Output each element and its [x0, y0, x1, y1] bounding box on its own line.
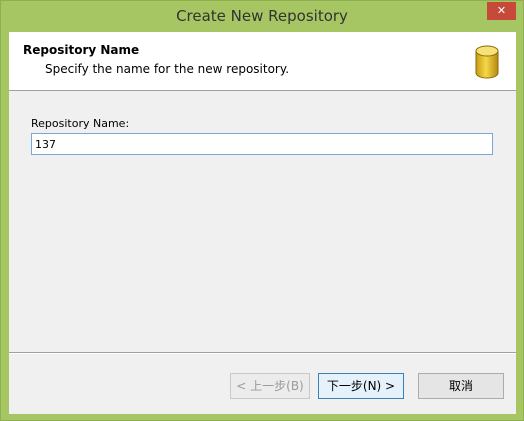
close-button[interactable]: ✕: [487, 2, 516, 20]
back-button[interactable]: < 上一步(B): [230, 373, 310, 399]
close-icon: ✕: [496, 4, 507, 17]
window-title: Create New Repository: [176, 7, 348, 25]
dialog-window: Create New Repository ✕ Repository Name …: [0, 0, 524, 421]
dialog-client-area: Repository Name Specify the name for the…: [9, 32, 516, 414]
page-title: Repository Name: [23, 43, 140, 57]
cancel-button[interactable]: 取消: [418, 373, 504, 399]
footer-divider: [9, 352, 516, 354]
repository-name-input[interactable]: [31, 133, 493, 155]
repository-name-label: Repository Name:: [31, 117, 130, 130]
wizard-header: Repository Name Specify the name for the…: [9, 32, 516, 91]
page-subtitle: Specify the name for the new repository.: [45, 62, 290, 76]
title-bar[interactable]: Create New Repository ✕: [1, 1, 523, 32]
database-icon: [475, 45, 499, 79]
next-button[interactable]: 下一步(N) >: [318, 373, 404, 399]
